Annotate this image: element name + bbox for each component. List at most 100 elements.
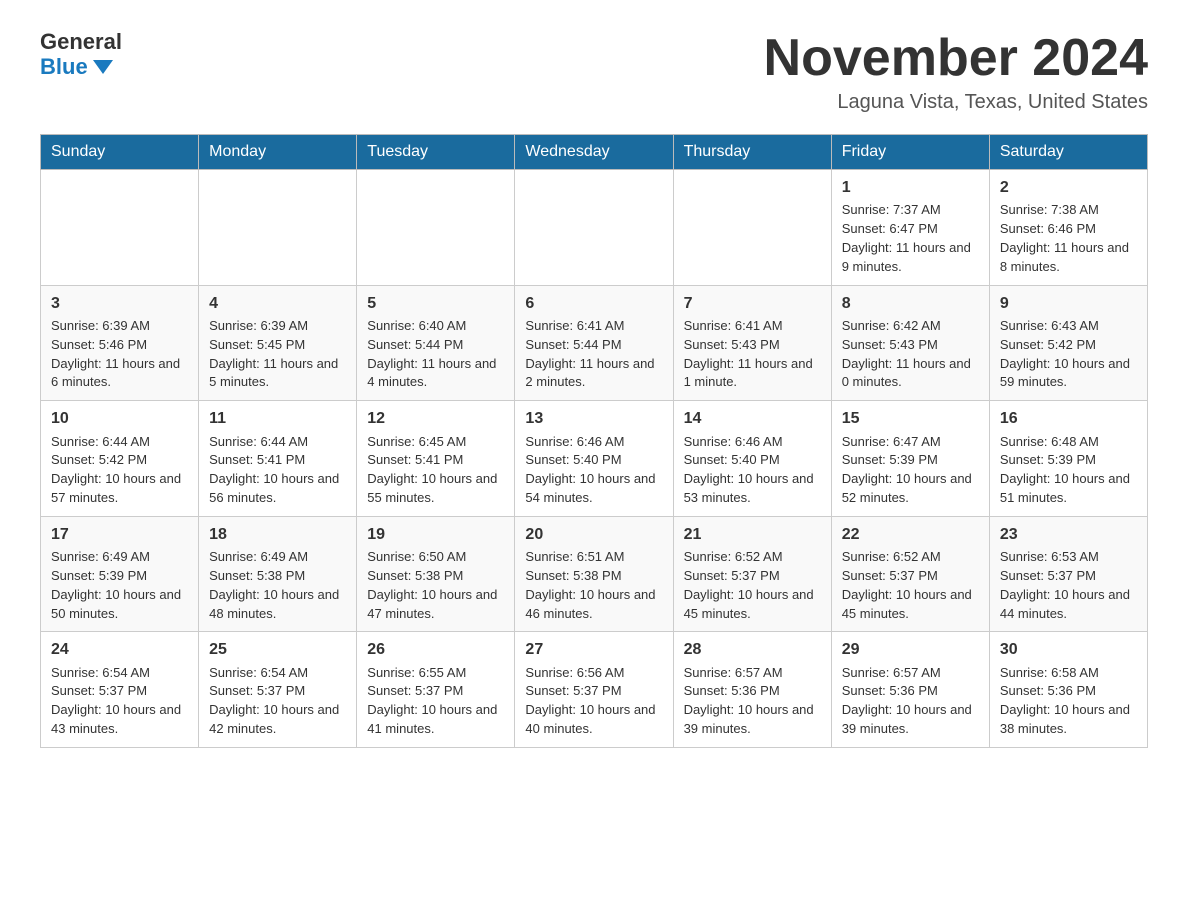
sunrise-text: Sunrise: 6:40 AM	[367, 317, 504, 336]
daylight-text: Daylight: 10 hours and 53 minutes.	[684, 470, 821, 508]
day-number: 11	[209, 407, 346, 430]
sunrise-text: Sunrise: 6:48 AM	[1000, 433, 1137, 452]
day-number: 3	[51, 292, 188, 315]
sunset-text: Sunset: 5:39 PM	[1000, 451, 1137, 470]
sunrise-text: Sunrise: 6:55 AM	[367, 664, 504, 683]
day-number: 14	[684, 407, 821, 430]
calendar-week-row: 24Sunrise: 6:54 AMSunset: 5:37 PMDayligh…	[41, 632, 1148, 748]
calendar-cell: 10Sunrise: 6:44 AMSunset: 5:42 PMDayligh…	[41, 401, 199, 517]
sunrise-text: Sunrise: 6:51 AM	[525, 548, 662, 567]
calendar-cell: 9 Sunrise: 6:43 AMSunset: 5:42 PMDaylight…	[989, 285, 1147, 401]
daylight-text: Daylight: 10 hours and 41 minutes.	[367, 701, 504, 739]
sunset-text: Sunset: 5:42 PM	[1000, 336, 1137, 355]
daylight-text: Daylight: 11 hours and 9 minutes.	[842, 239, 979, 277]
sunrise-text: Sunrise: 6:45 AM	[367, 433, 504, 452]
calendar-cell: 2Sunrise: 7:38 AMSunset: 6:46 PMDaylight…	[989, 170, 1147, 286]
sunset-text: Sunset: 5:37 PM	[1000, 567, 1137, 586]
daylight-text: Daylight: 11 hours and 0 minutes.	[842, 355, 979, 393]
calendar-cell: 27Sunrise: 6:56 AMSunset: 5:37 PMDayligh…	[515, 632, 673, 748]
calendar-cell: 16Sunrise: 6:48 AMSunset: 5:39 PMDayligh…	[989, 401, 1147, 517]
calendar-day-header: Wednesday	[515, 135, 673, 170]
logo-triangle-icon	[93, 60, 113, 74]
sunrise-text: Sunrise: 6:57 AM	[684, 664, 821, 683]
calendar-cell: 5 Sunrise: 6:40 AMSunset: 5:44 PMDaylight…	[357, 285, 515, 401]
calendar-cell	[199, 170, 357, 286]
day-number: 26	[367, 638, 504, 661]
logo-blue-text: Blue	[40, 54, 113, 80]
daylight-text: Daylight: 10 hours and 54 minutes.	[525, 470, 662, 508]
calendar-day-header: Tuesday	[357, 135, 515, 170]
calendar-cell: 3Sunrise: 6:39 AMSunset: 5:46 PMDaylight…	[41, 285, 199, 401]
calendar-cell: 13Sunrise: 6:46 AMSunset: 5:40 PMDayligh…	[515, 401, 673, 517]
calendar-cell: 19Sunrise: 6:50 AMSunset: 5:38 PMDayligh…	[357, 516, 515, 632]
sunrise-text: Sunrise: 7:37 AM	[842, 201, 979, 220]
sunrise-text: Sunrise: 6:52 AM	[842, 548, 979, 567]
daylight-text: Daylight: 11 hours and 4 minutes.	[367, 355, 504, 393]
daylight-text: Daylight: 11 hours and 1 minute.	[684, 355, 821, 393]
daylight-text: Daylight: 10 hours and 46 minutes.	[525, 586, 662, 624]
sunrise-text: Sunrise: 6:49 AM	[209, 548, 346, 567]
sunset-text: Sunset: 5:42 PM	[51, 451, 188, 470]
daylight-text: Daylight: 11 hours and 6 minutes.	[51, 355, 188, 393]
calendar-day-header: Monday	[199, 135, 357, 170]
daylight-text: Daylight: 11 hours and 5 minutes.	[209, 355, 346, 393]
day-number: 2	[1000, 176, 1137, 199]
calendar-cell	[673, 170, 831, 286]
day-number: 25	[209, 638, 346, 661]
daylight-text: Daylight: 11 hours and 8 minutes.	[1000, 239, 1137, 277]
day-number: 20	[525, 523, 662, 546]
day-number: 10	[51, 407, 188, 430]
sunset-text: Sunset: 5:37 PM	[684, 567, 821, 586]
calendar-cell: 25Sunrise: 6:54 AMSunset: 5:37 PMDayligh…	[199, 632, 357, 748]
calendar-cell: 29Sunrise: 6:57 AMSunset: 5:36 PMDayligh…	[831, 632, 989, 748]
logo: General Blue	[40, 30, 122, 80]
calendar-week-row: 3Sunrise: 6:39 AMSunset: 5:46 PMDaylight…	[41, 285, 1148, 401]
day-number: 19	[367, 523, 504, 546]
calendar-day-header: Thursday	[673, 135, 831, 170]
sunset-text: Sunset: 6:46 PM	[1000, 220, 1137, 239]
daylight-text: Daylight: 10 hours and 51 minutes.	[1000, 470, 1137, 508]
calendar-day-header: Saturday	[989, 135, 1147, 170]
sunrise-text: Sunrise: 6:47 AM	[842, 433, 979, 452]
day-number: 8	[842, 292, 979, 315]
title-block: November 2024 Laguna Vista, Texas, Unite…	[764, 30, 1148, 114]
sunset-text: Sunset: 5:44 PM	[367, 336, 504, 355]
calendar-cell	[41, 170, 199, 286]
sunrise-text: Sunrise: 6:43 AM	[1000, 317, 1137, 336]
sunrise-text: Sunrise: 6:41 AM	[684, 317, 821, 336]
logo-general-text: General	[40, 30, 122, 54]
daylight-text: Daylight: 10 hours and 56 minutes.	[209, 470, 346, 508]
day-number: 23	[1000, 523, 1137, 546]
day-number: 15	[842, 407, 979, 430]
day-number: 22	[842, 523, 979, 546]
day-number: 24	[51, 638, 188, 661]
daylight-text: Daylight: 10 hours and 50 minutes.	[51, 586, 188, 624]
day-number: 29	[842, 638, 979, 661]
day-number: 5	[367, 292, 504, 315]
sunrise-text: Sunrise: 6:54 AM	[209, 664, 346, 683]
daylight-text: Daylight: 10 hours and 43 minutes.	[51, 701, 188, 739]
sunset-text: Sunset: 5:36 PM	[842, 682, 979, 701]
sunset-text: Sunset: 5:37 PM	[367, 682, 504, 701]
day-number: 18	[209, 523, 346, 546]
daylight-text: Daylight: 10 hours and 47 minutes.	[367, 586, 504, 624]
daylight-text: Daylight: 10 hours and 57 minutes.	[51, 470, 188, 508]
day-number: 27	[525, 638, 662, 661]
daylight-text: Daylight: 10 hours and 38 minutes.	[1000, 701, 1137, 739]
daylight-text: Daylight: 10 hours and 45 minutes.	[684, 586, 821, 624]
calendar-cell: 26 Sunrise: 6:55 AMSunset: 5:37 PMDayligh…	[357, 632, 515, 748]
day-number: 30	[1000, 638, 1137, 661]
sunrise-text: Sunrise: 6:49 AM	[51, 548, 188, 567]
daylight-text: Daylight: 10 hours and 39 minutes.	[684, 701, 821, 739]
daylight-text: Daylight: 10 hours and 59 minutes.	[1000, 355, 1137, 393]
calendar-cell: 15Sunrise: 6:47 AMSunset: 5:39 PMDayligh…	[831, 401, 989, 517]
day-number: 6	[525, 292, 662, 315]
calendar-week-row: 1Sunrise: 7:37 AMSunset: 6:47 PMDaylight…	[41, 170, 1148, 286]
day-number: 7	[684, 292, 821, 315]
day-number: 9	[1000, 292, 1137, 315]
calendar-cell: 18Sunrise: 6:49 AMSunset: 5:38 PMDayligh…	[199, 516, 357, 632]
calendar-header-row: SundayMondayTuesdayWednesdayThursdayFrid…	[41, 135, 1148, 170]
calendar-cell: 22Sunrise: 6:52 AMSunset: 5:37 PMDayligh…	[831, 516, 989, 632]
day-number: 12	[367, 407, 504, 430]
calendar-day-header: Sunday	[41, 135, 199, 170]
